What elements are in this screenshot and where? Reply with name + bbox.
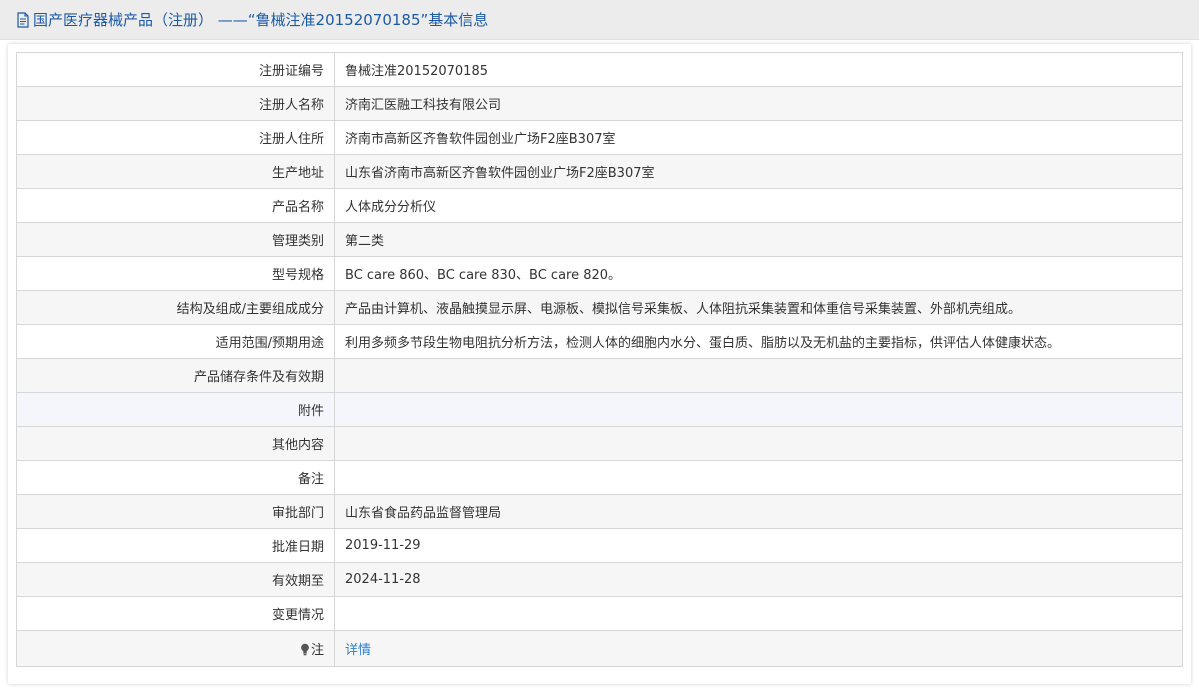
- row-value: [334, 358, 1183, 393]
- table-row: 批准日期 2019-11-29: [16, 528, 1183, 563]
- row-value: 利用多频多节段生物电阻抗分析方法，检测人体的细胞内水分、蛋白质、脂肪以及无机盐的…: [334, 324, 1183, 359]
- info-table: 注册证编号 鲁械注准20152070185 注册人名称 济南汇医融工科技有限公司 注…: [16, 52, 1183, 667]
- row-label: 备注: [16, 460, 335, 495]
- table-row: 审批部门 山东省食品药品监督管理局: [16, 494, 1183, 529]
- note-value-cell: 详情: [334, 630, 1183, 667]
- row-value: 山东省食品药品监督管理局: [334, 494, 1183, 529]
- lightbulb-icon: [301, 643, 309, 656]
- row-value: 鲁械注准20152070185: [334, 52, 1183, 87]
- table-row: 备注: [16, 460, 1183, 495]
- row-label: 产品名称: [16, 188, 335, 223]
- row-value: 济南市高新区齐鲁软件园创业广场F2座B307室: [334, 120, 1183, 155]
- row-label: 型号规格: [16, 256, 335, 291]
- table-row: 其他内容: [16, 426, 1183, 461]
- row-value: [334, 596, 1183, 631]
- table-row: 产品名称 人体成分分析仪: [16, 188, 1183, 223]
- table-row: 结构及组成/主要组成成分 产品由计算机、液晶触摸显示屏、电源板、模拟信号采集板、人…: [16, 290, 1183, 325]
- table-row: 附件: [16, 392, 1183, 427]
- row-value: [334, 460, 1183, 495]
- row-label: 有效期至: [16, 562, 335, 597]
- page-title: 国产医疗器械产品（注册） ——“鲁械注准20152070185”基本信息: [33, 11, 489, 29]
- row-label: 审批部门: [16, 494, 335, 529]
- table-row: 生产地址 山东省济南市高新区齐鲁软件园创业广场F2座B307室: [16, 154, 1183, 189]
- table-row: 注册人住所 济南市高新区齐鲁软件园创业广场F2座B307室: [16, 120, 1183, 155]
- info-panel: 注册证编号 鲁械注准20152070185 注册人名称 济南汇医融工科技有限公司 注…: [8, 44, 1191, 684]
- row-label: 生产地址: [16, 154, 335, 189]
- row-label: 结构及组成/主要组成成分: [16, 290, 335, 325]
- row-label: 注册人名称: [16, 86, 335, 121]
- table-row: 变更情况: [16, 596, 1183, 631]
- row-label: 附件: [16, 392, 335, 427]
- row-value: 第二类: [334, 222, 1183, 257]
- row-value: 山东省济南市高新区齐鲁软件园创业广场F2座B307室: [334, 154, 1183, 189]
- table-row: 注册人名称 济南汇医融工科技有限公司: [16, 86, 1183, 121]
- row-value: [334, 426, 1183, 461]
- document-icon: [17, 11, 29, 28]
- details-link[interactable]: 详情: [345, 643, 371, 658]
- page-header: 国产医疗器械产品（注册） ——“鲁械注准20152070185”基本信息: [0, 0, 1199, 40]
- table-row: 注册证编号 鲁械注准20152070185: [16, 52, 1183, 87]
- row-label: 注册人住所: [16, 120, 335, 155]
- row-label: 适用范围/预期用途: [16, 324, 335, 359]
- table-row: 产品储存条件及有效期: [16, 358, 1183, 393]
- note-label-cell: 注: [16, 630, 335, 667]
- note-label: 注: [310, 643, 324, 658]
- note-row: 注 详情: [16, 630, 1183, 667]
- row-label: 变更情况: [16, 596, 335, 631]
- row-label: 产品储存条件及有效期: [16, 358, 335, 393]
- row-label: 批准日期: [16, 528, 335, 563]
- row-value: 2024-11-28: [334, 562, 1183, 597]
- row-label: 管理类别: [16, 222, 335, 257]
- table-row: 型号规格 BC care 860、BC care 830、BC care 820。: [16, 256, 1183, 291]
- row-label: 注册证编号: [16, 52, 335, 87]
- row-value: 产品由计算机、液晶触摸显示屏、电源板、模拟信号采集板、人体阻抗采集装置和体重信号…: [334, 290, 1183, 325]
- page: 国产医疗器械产品（注册） ——“鲁械注准20152070185”基本信息 注册证…: [0, 0, 1199, 691]
- row-value: 济南汇医融工科技有限公司: [334, 86, 1183, 121]
- row-label: 其他内容: [16, 426, 335, 461]
- table-row: 有效期至 2024-11-28: [16, 562, 1183, 597]
- row-value: 2019-11-29: [334, 528, 1183, 563]
- table-row: 适用范围/预期用途 利用多频多节段生物电阻抗分析方法，检测人体的细胞内水分、蛋白质…: [16, 324, 1183, 359]
- row-value: [334, 392, 1183, 427]
- row-value: BC care 860、BC care 830、BC care 820。: [334, 256, 1183, 291]
- row-value: 人体成分分析仪: [334, 188, 1183, 223]
- table-row: 管理类别 第二类: [16, 222, 1183, 257]
